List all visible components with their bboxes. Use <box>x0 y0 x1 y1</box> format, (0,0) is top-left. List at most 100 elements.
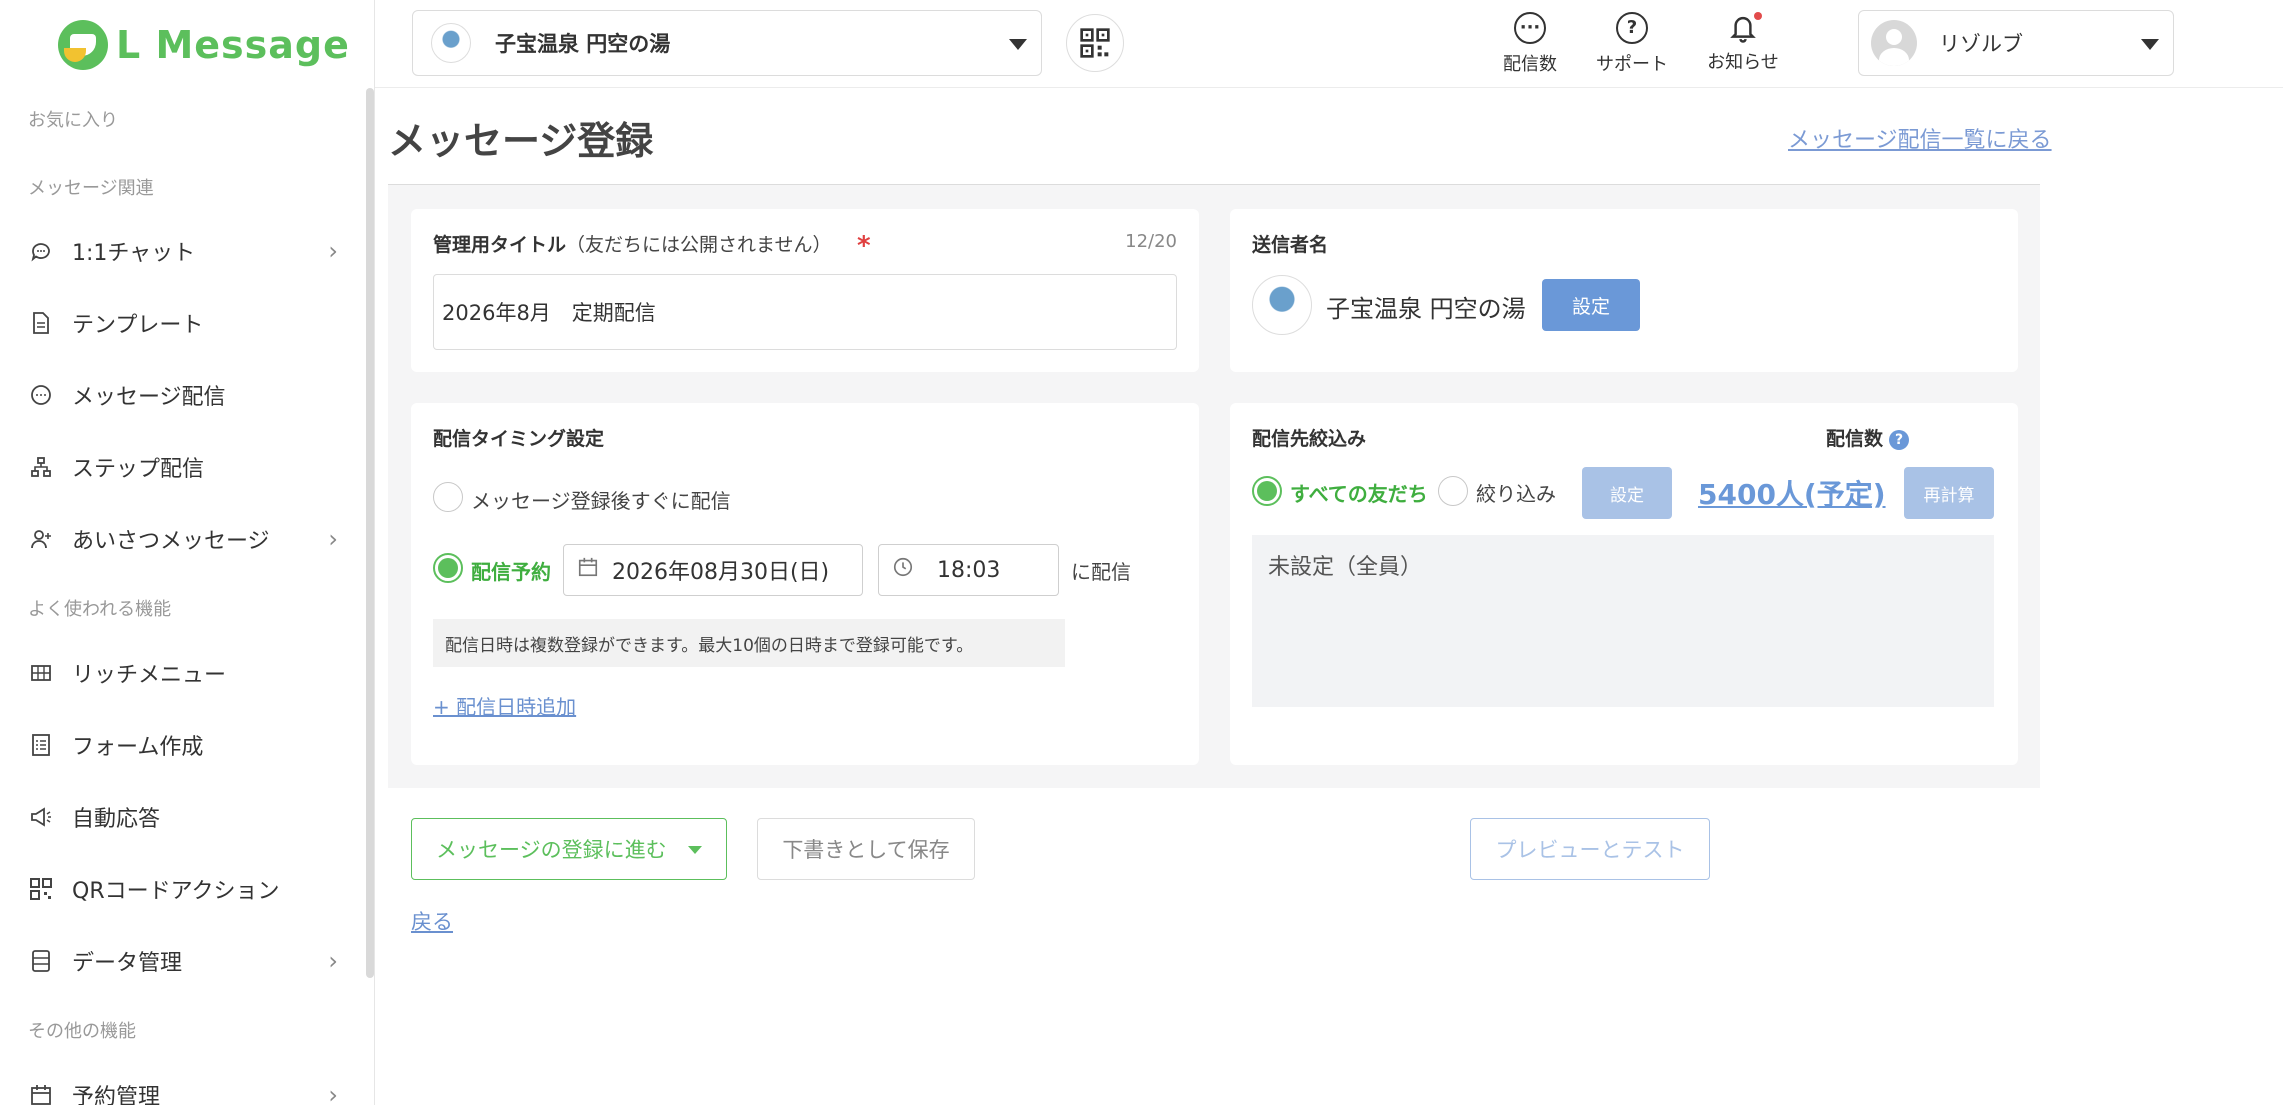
sidebar-item-label: あいさつメッセージ <box>72 529 270 554</box>
sidebar-item-template[interactable]: テンプレート <box>28 301 338 345</box>
save-draft-button[interactable]: 下書きとして保存 <box>757 818 975 880</box>
radio-filter[interactable] <box>1438 476 1468 506</box>
radio-scheduled[interactable] <box>433 553 463 583</box>
char-counter: 12/20 <box>1125 231 1177 252</box>
header-support-label: サポート <box>1596 54 1668 75</box>
section-message: メッセージ関連 <box>28 178 154 199</box>
chat-icon <box>28 238 54 264</box>
sender-set-button[interactable]: 設定 <box>1542 279 1640 331</box>
target-label: 配信先絞込み <box>1252 428 1367 450</box>
header-support[interactable]: ? サポート <box>1587 12 1677 76</box>
add-datetime-link[interactable]: + 配信日時追加 <box>433 691 576 720</box>
chevron-right-icon: › <box>328 1081 338 1105</box>
sidebar-item-qr-action[interactable]: QRコードアクション <box>28 867 338 911</box>
notification-dot <box>1754 12 1762 20</box>
user-avatar <box>1871 20 1917 66</box>
proceed-button[interactable]: メッセージの登録に進む <box>411 818 727 880</box>
message-icon <box>28 382 54 408</box>
grid-icon <box>28 660 54 686</box>
delivery-suffix: に配信 <box>1071 560 1131 584</box>
header-delivery-count-label: 配信数 <box>1503 54 1557 75</box>
time-value: 18:03 <box>937 557 1001 583</box>
user-add-icon <box>28 526 54 552</box>
caret-down-icon <box>688 846 702 854</box>
account-logo <box>431 23 471 63</box>
help-icon: ? <box>1616 12 1648 44</box>
section-common: よく使われる機能 <box>28 599 172 620</box>
radio-scheduled-label: 配信予約 <box>471 560 551 584</box>
help-icon[interactable]: ? <box>1889 429 1910 450</box>
radio-filter-label: 絞り込み <box>1476 482 1556 506</box>
sidebar-scrollbar[interactable] <box>366 88 374 978</box>
user-menu[interactable]: リゾルブ <box>1858 10 2174 76</box>
sidebar-item-reservation[interactable]: 予約管理 › <box>28 1073 338 1105</box>
sidebar-item-label: データ管理 <box>72 951 183 976</box>
caret-down-icon <box>1009 39 1027 50</box>
sender-label: 送信者名 <box>1252 234 1329 256</box>
sidebar-item-data[interactable]: データ管理 › <box>28 939 338 983</box>
filter-set-button[interactable]: 設定 <box>1582 467 1672 519</box>
timing-card: 配信タイミング設定 メッセージ登録後すぐに配信 配信予約 2026年08月30日… <box>411 403 1199 765</box>
section-other: その他の機能 <box>28 1021 136 1042</box>
header-notifications[interactable]: お知らせ <box>1698 12 1788 74</box>
chevron-right-icon: › <box>328 947 338 975</box>
timing-label: 配信タイミング設定 <box>433 428 605 450</box>
filter-summary: 未設定（全員） <box>1252 535 1994 707</box>
date-picker[interactable]: 2026年08月30日(日) <box>563 544 863 596</box>
sidebar-item-message-delivery[interactable]: メッセージ配信 <box>28 373 338 417</box>
logo-text: L Message <box>116 23 350 67</box>
page-title: メッセージ登録 <box>388 119 654 163</box>
timing-hint: 配信日時は複数登録ができます。最大10個の日時まで登録可能です。 <box>433 619 1065 667</box>
admin-title-label-text: 管理用タイトル <box>433 234 567 256</box>
radio-all-friends-label: すべての友だち <box>1290 482 1428 506</box>
logo[interactable]: L Message <box>58 18 350 72</box>
megaphone-icon <box>28 804 54 830</box>
radio-all-friends[interactable] <box>1252 476 1282 506</box>
sender-card: 送信者名 子宝温泉 円空の湯 設定 <box>1230 209 2018 372</box>
sidebar-item-label: QRコードアクション <box>72 879 280 904</box>
document-icon <box>28 310 54 336</box>
back-link[interactable]: 戻る <box>411 906 453 936</box>
sidebar-item-label: リッチメニュー <box>72 663 227 688</box>
back-to-list-link[interactable]: メッセージ配信一覧に戻る <box>1788 122 2052 154</box>
proceed-button-label: メッセージの登録に進む <box>436 838 667 862</box>
qr-code-button[interactable] <box>1066 14 1124 72</box>
required-mark: * <box>857 231 871 261</box>
sidebar-item-label: テンプレート <box>72 313 204 338</box>
sidebar-item-rich-menu[interactable]: リッチメニュー <box>28 651 338 695</box>
chevron-right-icon: › <box>328 237 338 265</box>
recalculate-button[interactable]: 再計算 <box>1904 467 1994 519</box>
user-name: リゾルブ <box>1939 32 2023 56</box>
sender-name: 子宝温泉 円空の湯 <box>1326 295 1526 323</box>
logo-mark-icon <box>58 20 108 70</box>
radio-immediate[interactable] <box>433 482 463 512</box>
sidebar-item-label: メッセージ配信 <box>72 385 226 410</box>
header-delivery-count[interactable]: ··· 配信数 <box>1485 12 1575 76</box>
clock-icon <box>879 556 927 584</box>
preview-test-button[interactable]: プレビューとテスト <box>1470 818 1710 880</box>
qr-icon <box>1080 28 1110 58</box>
chat-bubble-icon: ··· <box>1514 12 1546 44</box>
section-favorites: お気に入り <box>28 110 118 131</box>
step-icon <box>28 454 54 480</box>
admin-title-value: 2026年8月 定期配信 <box>442 301 656 325</box>
radio-immediate-label: メッセージ登録後すぐに配信 <box>471 489 731 513</box>
sidebar-item-label: ステップ配信 <box>72 457 205 482</box>
sidebar-item-label: 予約管理 <box>72 1085 161 1105</box>
target-card: 配信先絞込み 配信数? すべての友だち 絞り込み 設定 5400人(予定) 再計… <box>1230 403 2018 765</box>
sidebar-item-label: 1:1チャット <box>72 241 196 266</box>
qr-icon <box>28 876 54 902</box>
calendar-icon <box>28 1082 54 1105</box>
form-icon <box>28 732 54 758</box>
sidebar-item-chat[interactable]: 1:1チャット › <box>28 229 338 273</box>
account-selector[interactable]: 子宝温泉 円空の湯 <box>412 10 1042 76</box>
admin-title-input[interactable]: 2026年8月 定期配信 <box>433 274 1177 350</box>
sidebar-item-form[interactable]: フォーム作成 <box>28 723 338 767</box>
time-picker[interactable]: 18:03 <box>878 544 1059 596</box>
sidebar: L Message お気に入り メッセージ関連 1:1チャット › テンプレート… <box>0 0 375 1105</box>
sidebar-item-greeting[interactable]: あいさつメッセージ › <box>28 517 338 561</box>
admin-title-card: 管理用タイトル（友だちには公開されません） * 12/20 2026年8月 定期… <box>411 209 1199 372</box>
delivery-count-value[interactable]: 5400人(予定) <box>1698 473 1886 513</box>
sidebar-item-step[interactable]: ステップ配信 <box>28 445 338 489</box>
sidebar-item-auto-reply[interactable]: 自動応答 <box>28 795 338 839</box>
